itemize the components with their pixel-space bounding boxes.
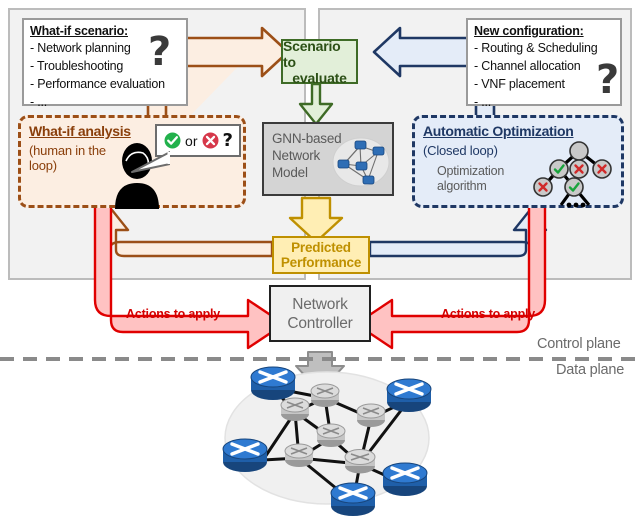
predicted-line1: Predicted — [291, 240, 351, 255]
subtitle-line1: (human in the — [29, 143, 106, 158]
new-configuration-item: - VNF placement — [474, 77, 565, 91]
optimization-algorithm-label: Optimization algorithm — [437, 164, 504, 194]
actions-to-apply-right-label: Actions to apply — [441, 307, 536, 321]
new-configuration-item: - Routing & Scheduling — [474, 41, 598, 55]
what-if-scenario-item: - ... — [30, 95, 48, 109]
control-plane-label: Control plane — [537, 336, 621, 352]
automatic-optimization-region: Automatic Optimization (Closed loop) Opt… — [412, 115, 624, 208]
automatic-optimization-subtitle: (Closed loop) — [423, 143, 498, 158]
bubble-tail-icon — [131, 151, 170, 173]
predicted-line2: Performance — [280, 255, 362, 270]
scenario-to-evaluate-box: Scenario to evaluate — [281, 37, 358, 86]
diagram-canvas: What-if scenario: - Network planning - T… — [0, 0, 640, 516]
network-topology-diagram — [222, 366, 432, 516]
new-configuration-item: - Channel allocation — [474, 59, 581, 73]
what-if-scenario-item: - Troubleshooting — [30, 59, 124, 73]
data-plane-label: Data plane — [556, 362, 625, 378]
controller-line2: Controller — [287, 314, 353, 332]
cross-circle-icon — [200, 131, 220, 150]
search-tree-icon — [533, 141, 612, 208]
network-topology-icon — [332, 137, 390, 187]
network-controller-box: Network Controller — [269, 285, 371, 342]
gnn-line3: Model — [272, 165, 308, 180]
subtitle-line2: loop) — [29, 158, 57, 173]
gnn-line2: Network — [272, 148, 321, 163]
new-configuration-item: - ... — [474, 95, 492, 109]
bubble-question-mark: ? — [222, 130, 233, 151]
scenario-line1: Scenario to — [283, 37, 341, 70]
actions-to-apply-left-label: Actions to apply — [126, 307, 221, 321]
optimization-line1: Optimization — [437, 164, 505, 178]
controller-line1: Network — [292, 295, 348, 313]
gnn-based-network-model-box: GNN-based Network Model — [262, 122, 394, 196]
new-configuration-title: New configuration: — [474, 24, 584, 38]
optimization-line2: algorithm — [437, 179, 487, 193]
arrow-predicted-to-whatif — [94, 208, 274, 258]
arrow-scenario-to-gnn — [298, 82, 334, 126]
question-mark-icon: ? — [148, 29, 172, 75]
automatic-optimization-heading: Automatic Optimization — [423, 123, 574, 139]
what-if-analysis-subtitle: (human in the loop) — [29, 143, 106, 173]
question-mark-icon: ? — [596, 57, 620, 103]
what-if-scenario-item: - Network planning — [30, 41, 131, 55]
predicted-performance-box: Predicted Performance — [272, 236, 370, 274]
or-label: or — [185, 132, 198, 149]
arrow-predicted-to-optimization — [368, 208, 548, 258]
what-if-scenario-item: - Performance evaluation — [30, 77, 165, 91]
scenario-line2: evaluate — [292, 69, 347, 86]
check-circle-icon — [163, 131, 182, 150]
what-if-analysis-heading: What-if analysis — [29, 123, 131, 139]
